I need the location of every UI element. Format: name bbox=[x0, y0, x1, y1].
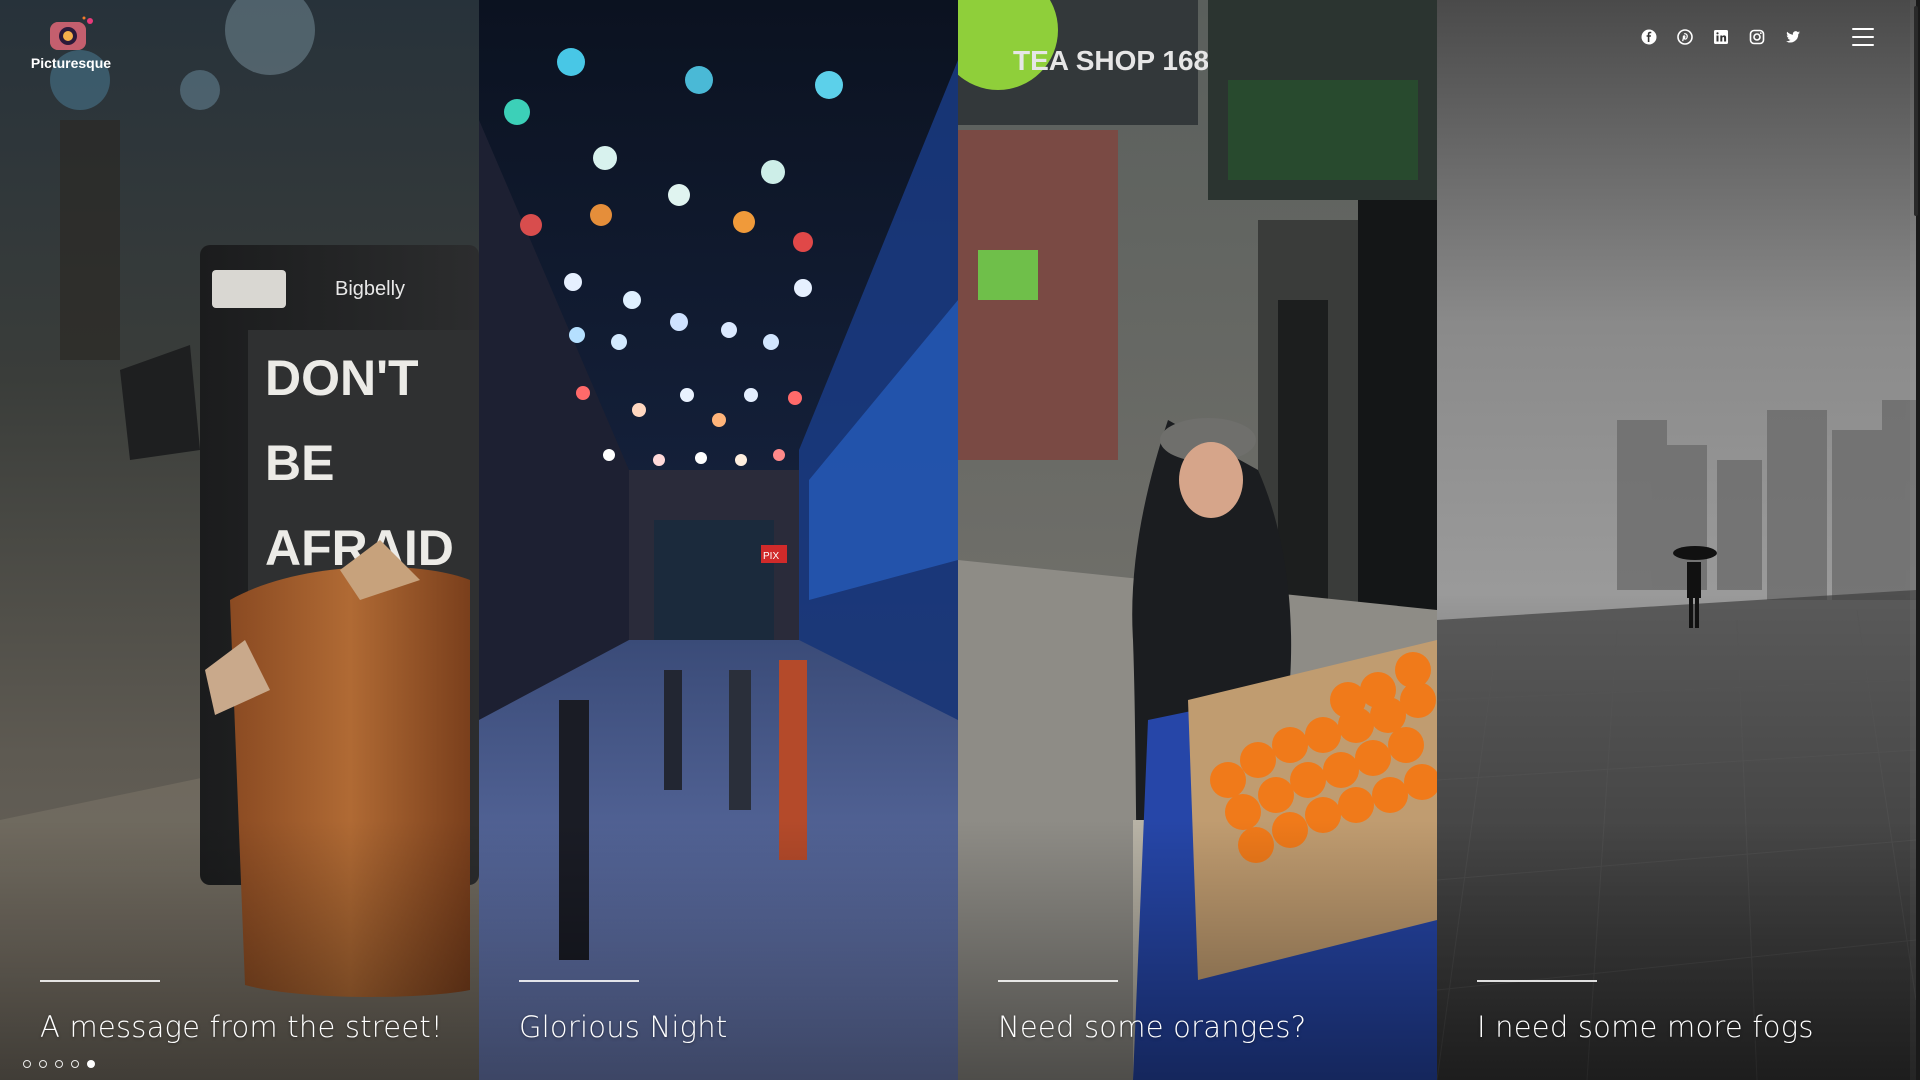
slide-panels: Bigbelly DON'T BE AFRAID A message from … bbox=[0, 0, 1920, 1080]
pagination-dot-5[interactable] bbox=[87, 1060, 95, 1068]
pagination-dot-1[interactable] bbox=[23, 1060, 31, 1068]
svg-text:Bigbelly: Bigbelly bbox=[335, 278, 405, 300]
camera-logo-icon bbox=[50, 16, 93, 50]
social-links bbox=[1640, 28, 1802, 46]
slide-title[interactable]: Need some oranges? bbox=[998, 1010, 1417, 1044]
slide-caption: Glorious Night bbox=[519, 980, 938, 1044]
svg-text:BE: BE bbox=[265, 435, 334, 491]
slide-caption: Need some oranges? bbox=[998, 980, 1417, 1044]
caption-rule bbox=[40, 980, 160, 982]
svg-text:PIX: PIX bbox=[763, 551, 779, 562]
slide-panel-4[interactable]: I need some more fogs bbox=[1437, 0, 1916, 1080]
linkedin-icon[interactable] bbox=[1712, 28, 1730, 46]
slider-page: Bigbelly DON'T BE AFRAID A message from … bbox=[0, 0, 1920, 1080]
scrollbar-thumb[interactable] bbox=[1914, 6, 1918, 216]
page-scrollbar[interactable] bbox=[1910, 0, 1920, 1080]
pinterest-icon[interactable] bbox=[1676, 28, 1694, 46]
top-bar bbox=[1640, 28, 1874, 46]
slide-panel-2[interactable]: PIX Glorious Night bbox=[479, 0, 958, 1080]
menu-bar bbox=[1852, 28, 1874, 30]
caption-rule bbox=[1477, 980, 1597, 982]
twitter-icon[interactable] bbox=[1784, 28, 1802, 46]
pagination-dot-3[interactable] bbox=[55, 1060, 63, 1068]
slide-panel-1[interactable]: Bigbelly DON'T BE AFRAID A message from … bbox=[0, 0, 479, 1080]
hamburger-menu-icon[interactable] bbox=[1852, 28, 1874, 46]
slide-caption: A message from the street! bbox=[40, 980, 459, 1044]
pagination-dot-4[interactable] bbox=[71, 1060, 79, 1068]
slide-caption: I need some more fogs bbox=[1477, 980, 1896, 1044]
menu-bar bbox=[1852, 36, 1874, 38]
brand-logo[interactable]: Picturesque bbox=[26, 16, 116, 71]
facebook-icon[interactable] bbox=[1640, 28, 1658, 46]
menu-bar bbox=[1852, 44, 1874, 46]
brand-name: Picturesque bbox=[30, 55, 112, 71]
caption-rule bbox=[998, 980, 1118, 982]
slide-title[interactable]: Glorious Night bbox=[519, 1010, 938, 1044]
svg-text:TEA SHOP 168: TEA SHOP 168 bbox=[1013, 45, 1209, 76]
slide-panel-3[interactable]: TEA SHOP 168 Need some oranges? bbox=[958, 0, 1437, 1080]
slide-title[interactable]: I need some more fogs bbox=[1477, 1010, 1896, 1044]
slider-pagination bbox=[23, 1060, 95, 1068]
pagination-dot-2[interactable] bbox=[39, 1060, 47, 1068]
caption-rule bbox=[519, 980, 639, 982]
slide-title[interactable]: A message from the street! bbox=[40, 1010, 459, 1044]
instagram-icon[interactable] bbox=[1748, 28, 1766, 46]
svg-text:DON'T: DON'T bbox=[265, 350, 419, 406]
